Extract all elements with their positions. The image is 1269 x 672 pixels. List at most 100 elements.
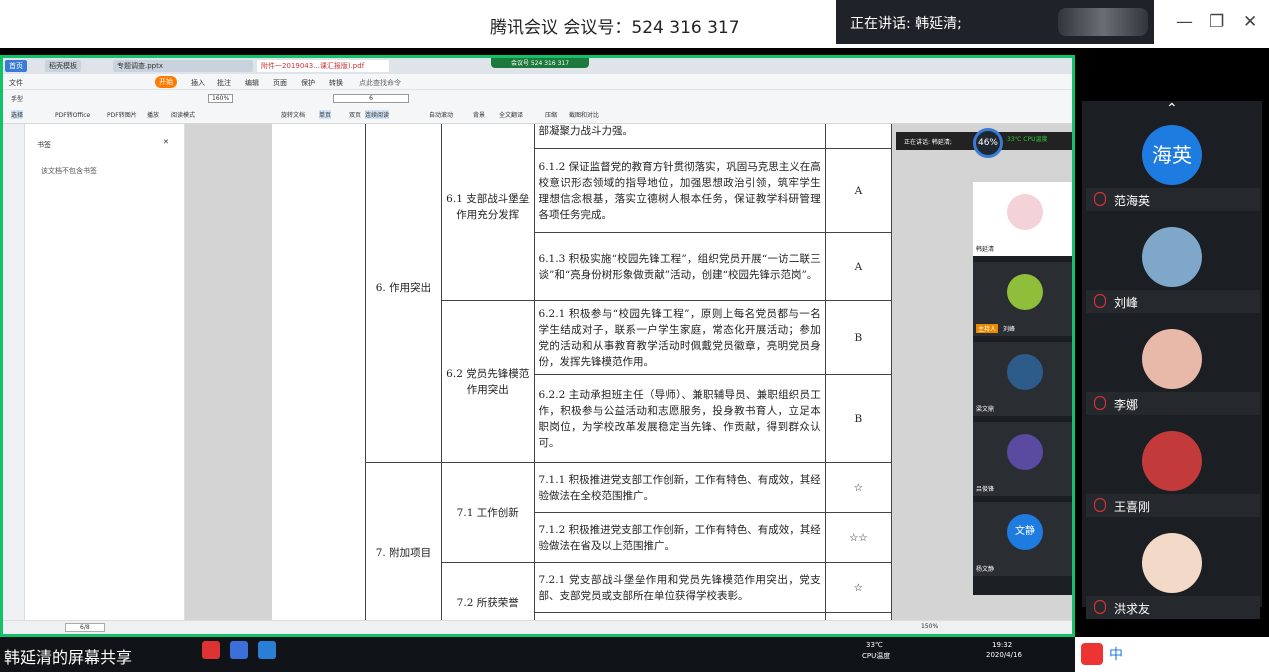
table-cell: 6.2.1 积极参与“校园先锋工程”，原则上每名党员都与一名学生结成对子，联系一… xyxy=(533,300,826,375)
menu-page[interactable]: 页面 xyxy=(273,78,287,88)
speaking-banner: 正在讲话: 韩延清; xyxy=(836,0,1154,44)
command-search[interactable]: 点此查找命令 xyxy=(359,78,401,88)
avatar xyxy=(1142,431,1202,491)
tool-background[interactable]: 背景 xyxy=(473,110,485,119)
page-input[interactable]: 6 xyxy=(333,94,409,103)
tool-pdf-office[interactable]: PDF转Office xyxy=(55,110,90,119)
zoom-select[interactable]: 160% xyxy=(208,94,234,103)
table-cell xyxy=(533,612,826,620)
tool-pdf-image[interactable]: PDF转图片 xyxy=(107,110,137,119)
table-cell: ☆☆ xyxy=(824,512,893,563)
table-cell: 7.1.2 积极推进党支部工作创新，工作有特色、有成效，其经验做法在省及以上范围… xyxy=(533,512,826,563)
participant-name-text: 洪求友 xyxy=(1114,602,1151,616)
meeting-title: 腾讯会议 会议号：524 316 317 xyxy=(490,18,740,38)
menu-start[interactable]: 开始 xyxy=(155,76,177,88)
table-cell: 7.2 所获荣誉 xyxy=(440,562,535,620)
tool-double-page[interactable]: 双页 xyxy=(349,110,361,119)
tab-templates[interactable]: 稻壳模板 xyxy=(45,60,81,72)
avatar xyxy=(1007,274,1043,310)
left-rail xyxy=(3,124,25,620)
table-cell: B xyxy=(824,374,893,463)
wps-menu: 文件 开始 插入 批注 编辑 页面 保护 转换 点此查找命令 xyxy=(3,74,1072,90)
bookmark-panel: 书签 ✕ 该文档不包含书签 xyxy=(25,124,185,620)
avatar xyxy=(1142,227,1202,287)
mini-tile[interactable]: 主持人 刘峰 xyxy=(973,262,1072,336)
participant-name-text: 范海英 xyxy=(1114,194,1151,208)
tool-hand[interactable]: 手型 xyxy=(11,94,23,103)
participant-tile[interactable]: 刘峰 xyxy=(1082,213,1262,313)
table-cell: 7.2.1 党支部战斗堡垒作用和党员先锋模范作用突出，党支部、支部党员或支部所在… xyxy=(533,562,826,613)
table-cell xyxy=(824,124,893,149)
menu-file[interactable]: 文件 xyxy=(9,78,23,88)
restore-icon[interactable]: ❐ xyxy=(1209,12,1224,32)
close-icon[interactable]: ✕ xyxy=(1243,12,1257,32)
wps-statusbar: 6/8 150% xyxy=(3,620,1072,634)
tool-play[interactable]: 播放 xyxy=(147,110,159,119)
tab-home[interactable]: 首页 xyxy=(5,60,27,72)
participant-name-text: 王喜刚 xyxy=(1114,500,1151,514)
table-cell: 6.2 党员先锋模范作用突出 xyxy=(440,300,535,463)
table-cell: 6.2.2 主动承担班主任（导师）、兼职辅导员、兼职组织员工作，积极参与公益活动… xyxy=(533,374,826,463)
wps-toolbar: 手型 选择 PDF转Office PDF转图片 播放 阅读模式 160% 旋转文… xyxy=(3,90,1072,124)
menu-convert[interactable]: 转换 xyxy=(329,78,343,88)
tool-screenshot[interactable]: 截图和对比 xyxy=(569,110,599,119)
tool-single-page[interactable]: 单页 xyxy=(319,110,332,119)
meeting-chip: 会议号 524 316 317 xyxy=(491,58,589,68)
menu-insert[interactable]: 插入 xyxy=(191,78,205,88)
app-icon[interactable] xyxy=(258,641,276,659)
participant-tile[interactable]: 王喜刚 xyxy=(1082,417,1262,517)
cpu-temp: 33℃ CPU温度 xyxy=(1007,136,1048,143)
ime-mode[interactable]: 中 xyxy=(1109,644,1123,664)
app-icon[interactable] xyxy=(230,641,248,659)
app-icon[interactable] xyxy=(202,641,220,659)
tool-continuous[interactable]: 连续阅读 xyxy=(365,110,390,119)
mini-tile[interactable]: 文静 杨文静 xyxy=(973,502,1072,576)
tab-pdf[interactable]: 附件一2019043...课汇报版).pdf xyxy=(257,60,389,72)
table-cell: ☆ xyxy=(824,462,893,513)
table-cell: 6.1.2 保证监督党的教育方针贯彻落实，巩固马克思主义在高校意识形态领域的指导… xyxy=(533,148,826,233)
page-status[interactable]: 6/8 xyxy=(65,623,105,632)
avatar xyxy=(1142,533,1202,593)
bookmark-close-icon[interactable]: ✕ xyxy=(163,138,169,146)
mini-name: 梁文鼎 xyxy=(976,406,995,413)
document-area: 6. 作用突出 6.1 支部战斗堡垒作用充分发挥 部凝聚力战斗力强。 6.1.2 保… xyxy=(185,124,1072,620)
wps-tab-bar: 首页 稻壳模板 专题调查.pptx 附件一2019043...课汇报版).pdf… xyxy=(3,58,1072,74)
mini-name: 吕俊锋 xyxy=(976,486,995,493)
avatar xyxy=(1007,194,1043,230)
minimize-icon[interactable]: — xyxy=(1176,12,1193,32)
tool-translate[interactable]: 全文翻译 xyxy=(499,110,523,119)
participant-name: 洪求友 xyxy=(1086,596,1260,619)
participant-tile[interactable]: 李娜 xyxy=(1082,315,1262,415)
mini-tile[interactable]: 梁文鼎 xyxy=(973,342,1072,416)
participant-tile[interactable]: 洪求友 xyxy=(1082,519,1262,619)
bookmark-title: 书签 xyxy=(37,141,51,149)
tab-pptx[interactable]: 专题调查.pptx xyxy=(113,60,253,72)
status-zoom[interactable]: 150% xyxy=(921,623,938,630)
speaker-avatar xyxy=(1058,8,1148,36)
avatar: 海英 xyxy=(1142,125,1202,185)
tool-compress[interactable]: 压缩 xyxy=(545,110,557,119)
participant-panel: ⌃ 海英 范海英 刘峰 李娜 王喜刚 洪求友 xyxy=(1082,101,1262,619)
tool-select[interactable]: 选择 xyxy=(11,110,24,119)
tool-read-mode[interactable]: 阅读模式 xyxy=(171,110,195,119)
clock-time: 19:32 xyxy=(992,641,1013,649)
table-cell: A xyxy=(824,148,893,233)
tray-temp: 33℃ xyxy=(866,641,883,649)
participant-tile[interactable]: 海英范海英 xyxy=(1082,111,1262,211)
tool-rotate[interactable]: 旋转文档 xyxy=(281,110,305,119)
bookmark-empty: 该文档不包含书签 xyxy=(41,167,97,175)
mini-tile[interactable]: 吕俊锋 xyxy=(973,422,1072,496)
menu-edit[interactable]: 编辑 xyxy=(245,78,259,88)
participant-name: 王喜刚 xyxy=(1086,494,1260,517)
table-cell: 6.1 支部战斗堡垒作用充分发挥 xyxy=(440,124,535,301)
mini-speaking-label: 正在讲话: 韩延清; xyxy=(904,139,952,146)
table-cell: 6.1.3 积极实施“校园先锋工程”，组织党员开展“一访二联三谈”和“亮身份树形… xyxy=(533,232,826,301)
participant-name: 刘峰 xyxy=(1086,290,1260,313)
menu-protect[interactable]: 保护 xyxy=(301,78,315,88)
mini-name: 杨文静 xyxy=(976,566,995,573)
sogou-icon[interactable] xyxy=(1081,643,1103,665)
tray-temp-label: CPU温度 xyxy=(862,652,891,660)
mini-tile[interactable]: 韩延清 xyxy=(973,182,1072,256)
menu-comment[interactable]: 批注 xyxy=(217,78,231,88)
tool-autoscroll[interactable]: 自动滚动 xyxy=(429,110,453,119)
